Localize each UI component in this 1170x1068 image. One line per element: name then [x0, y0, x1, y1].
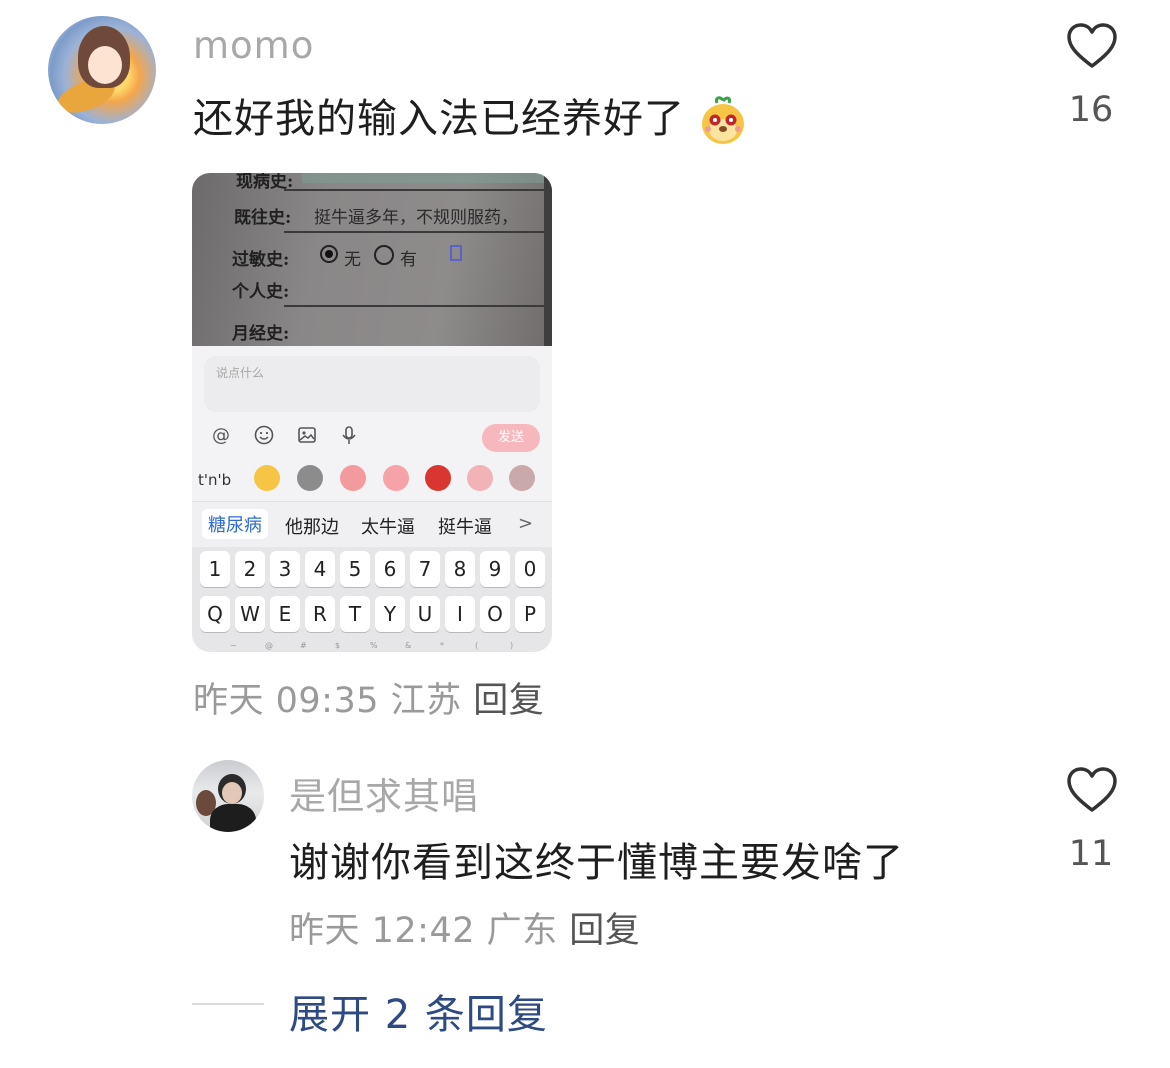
candidate-item[interactable]: 糖尿病	[202, 509, 268, 539]
keyboard-symbol-hint: $	[335, 641, 341, 650]
keyboard-symbol-hint: #	[300, 641, 307, 650]
comment-text-row: 还好我的输入法已经养好了	[193, 86, 747, 146]
keyboard-key[interactable]: T	[340, 596, 370, 632]
sticker-icon[interactable]	[509, 465, 535, 491]
sticker-icon[interactable]	[254, 465, 280, 491]
reply-text: 谢谢你看到这终于懂博主要发啥了	[289, 840, 904, 886]
keyboard-key[interactable]: E	[270, 596, 300, 632]
keyboard-symbol-hint: ~	[230, 641, 237, 650]
candidate-item[interactable]: 挺牛逼	[438, 513, 492, 539]
keyboard-symbol-hint: %	[370, 641, 378, 650]
keyboard-key[interactable]: Y	[375, 596, 405, 632]
reply-button[interactable]: 回复	[473, 681, 544, 721]
reply-like-count: 11	[1068, 834, 1114, 874]
sticker-icon[interactable]	[340, 465, 366, 491]
heart-icon	[1067, 767, 1117, 812]
keyboard-symbol-hint: (	[475, 641, 479, 650]
image-icon[interactable]	[296, 425, 318, 447]
chevron-right-icon[interactable]: >	[518, 513, 533, 534]
sticker-icon[interactable]	[383, 465, 409, 491]
sticker-face-icon	[699, 96, 747, 146]
sticker-icon[interactable]	[297, 465, 323, 491]
keyboard-key[interactable]: 6	[375, 551, 405, 587]
keyboard-symbol-hint: &	[405, 641, 412, 650]
paper-text: 月经史:	[232, 324, 290, 344]
keyboard-key[interactable]: 3	[270, 551, 300, 587]
keyboard-key[interactable]: R	[305, 596, 335, 632]
comment-image[interactable]: 现病史: 既往史: 挺牛逼多年，不规则服药， 过敏史: 无 有 个人史: 月经史…	[192, 173, 552, 652]
keyboard-key[interactable]: U	[410, 596, 440, 632]
reply-username[interactable]: 是但求其唱	[289, 766, 479, 820]
sticker-row	[192, 463, 552, 501]
keyboard-key[interactable]: 5	[340, 551, 370, 587]
heart-icon	[1067, 23, 1117, 68]
keyboard-key[interactable]: 0	[515, 551, 545, 587]
pinyin-composition: t'n'b	[198, 471, 232, 489]
keyboard-key[interactable]: 8	[445, 551, 475, 587]
divider	[192, 1003, 264, 1005]
keyboard-symbol-hint: @	[265, 641, 273, 650]
keyboard-key[interactable]: 7	[410, 551, 440, 587]
reply-reply-button[interactable]: 回复	[569, 911, 640, 951]
candidate-item[interactable]: 太牛逼	[361, 513, 415, 539]
paper-text: 有	[400, 250, 417, 270]
smiley-icon[interactable]	[253, 425, 275, 447]
like-button[interactable]	[1066, 22, 1118, 74]
sticker-icon[interactable]	[425, 465, 451, 491]
keyboard-key[interactable]: 9	[480, 551, 510, 587]
at-icon[interactable]: @	[210, 425, 232, 447]
paper-text: 无	[344, 250, 361, 270]
keyboard-key[interactable]: I	[445, 596, 475, 632]
paper-text: 既往史:	[234, 208, 292, 228]
keyboard-key[interactable]: Q	[200, 596, 230, 632]
comment-location: 江苏	[390, 681, 462, 721]
candidate-item[interactable]: 他那边	[285, 513, 339, 539]
expand-replies-link[interactable]: 展开 2 条回复	[289, 982, 548, 1040]
like-count: 16	[1068, 90, 1114, 130]
avatar[interactable]	[48, 16, 156, 124]
keyboard-symbol-hint: *	[440, 641, 444, 650]
keyboard-key[interactable]: 1	[200, 551, 230, 587]
comment-text: 还好我的输入法已经养好了	[193, 96, 685, 142]
paper-text: 过敏史:	[232, 250, 290, 270]
paper-text: 挺牛逼多年，不规则服药，	[314, 208, 518, 228]
comment-meta: 昨天 09:35 江苏 回复	[193, 672, 544, 723]
microphone-icon[interactable]	[338, 425, 360, 447]
comment-username[interactable]: momo	[193, 24, 314, 67]
keyboard-key[interactable]: 2	[235, 551, 265, 587]
paper-text: 个人史:	[232, 282, 290, 302]
paper-photo: 现病史: 既往史: 挺牛逼多年，不规则服药， 过敏史: 无 有 个人史: 月经史…	[192, 173, 552, 346]
input-placeholder: 说点什么	[216, 366, 265, 380]
comment-time: 昨天 09:35	[193, 681, 379, 721]
keyboard-key[interactable]: W	[235, 596, 265, 632]
reply-time: 昨天 12:42	[289, 911, 475, 951]
keyboard-key[interactable]: O	[480, 596, 510, 632]
reply-like-button[interactable]	[1066, 766, 1118, 818]
reply-location: 广东	[486, 911, 558, 951]
reply-meta: 昨天 12:42 广东 回复	[289, 902, 640, 953]
keyboard-key[interactable]: P	[515, 596, 545, 632]
keyboard-key[interactable]: 4	[305, 551, 335, 587]
sticker-icon[interactable]	[467, 465, 493, 491]
keyboard-symbol-hint: )	[510, 641, 514, 650]
reply-avatar[interactable]	[192, 760, 264, 832]
send-button[interactable]: 发送	[482, 424, 540, 452]
comment-input[interactable]: 说点什么	[204, 356, 540, 412]
